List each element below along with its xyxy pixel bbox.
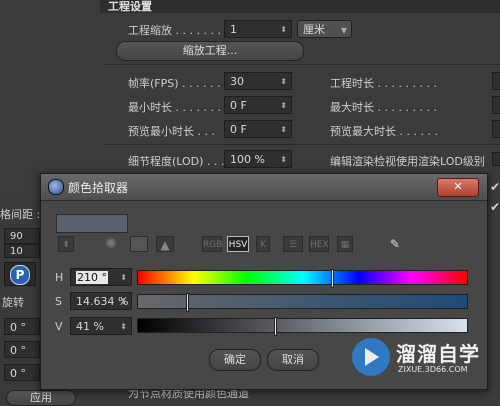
dropdown-arrow-icon: ▼ [340,26,347,35]
unit-select[interactable]: 厘米 ▼ [297,20,352,38]
min-time-label: 最小时长 . . . . . . . [128,101,221,114]
project-length-input[interactable] [492,72,500,90]
swatches-icon[interactable]: ▦ [337,236,353,252]
close-button[interactable]: ✕ [437,178,479,197]
render-lod-checkbox[interactable] [492,152,500,166]
divider [104,64,500,65]
rgb-tab[interactable]: RGB [202,236,222,252]
rot-value: 0 ° [10,321,26,334]
mixer-icon[interactable]: ☰ [283,236,303,252]
value-slider-knob[interactable] [274,317,277,336]
value-10: 10 [10,246,23,257]
c4d-logo-icon [48,179,64,195]
image-icon[interactable]: ▲ [156,236,174,252]
rot-input-3[interactable]: 0 ° [4,364,40,381]
h-input[interactable]: 210 ° ⬍ [70,268,132,286]
lod-value: 100 % [230,153,265,166]
stepper-icon[interactable]: ⬍ [280,21,287,39]
apply-button[interactable]: 应用 [6,390,76,406]
watermark-brand: 溜溜自学 [396,342,480,366]
render-lod-label: 编辑渲染检视使用渲染LOD级别 [330,155,485,168]
watermark-url: ZIXUE.3D66.COM [398,365,468,374]
preview-min-input[interactable]: 0 F ⬍ [224,120,292,138]
close-icon: ✕ [453,180,463,193]
fps-value: 30 [230,75,244,88]
hex-tab[interactable]: HEX [309,236,329,252]
preview-min-label: 预览最小时长 . . . [128,125,215,138]
scale-project-button[interactable]: 缩放工程... [116,41,304,61]
hue-slider[interactable] [137,269,468,288]
divider [104,144,500,145]
stepper-icon[interactable]: ⬍ [280,73,287,91]
color-swatch [56,214,128,233]
stepper-icon[interactable]: ⬍ [120,293,127,311]
dialog-titlebar[interactable]: 颜色拾取器 ✕ [41,174,487,201]
eyedropper-icon[interactable]: ✎ [387,236,403,252]
h-value: 210 ° [76,271,108,284]
checkmark-icon[interactable]: ✔ [490,180,500,194]
v-value: 41 % [76,320,104,333]
rot-value: 0 ° [10,344,26,357]
v-label: V [55,320,63,333]
header-strip [100,0,500,13]
s-input[interactable]: 14.634 % ⬍ [70,292,132,310]
fps-label: 帧率(FPS) . . . . . . [128,77,221,90]
spacing-input-10[interactable]: 10 [4,244,40,258]
stepper-icon[interactable]: ⬍ [280,151,287,169]
max-time-input[interactable] [492,96,500,114]
stepper-icon[interactable]: ⬍ [120,269,127,287]
unit-value: 厘米 [303,23,325,36]
rotate-label: 旋转 [2,296,24,309]
min-time-value: 0 F [230,99,247,112]
project-scale-input[interactable]: 1 ⬍ [224,20,292,38]
rot-value: 0 ° [10,367,26,380]
checkmark-icon[interactable]: ✔ [490,200,500,214]
value-90: 90 [10,231,23,242]
preview-max-label: 预览最大时长 . . . . . . [330,125,438,138]
spectrum-icon[interactable] [130,236,148,252]
min-time-input[interactable]: 0 F ⬍ [224,96,292,114]
s-label: S [55,295,62,308]
color-wheel-icon[interactable]: ✺ [103,236,119,252]
h-label: H [55,271,64,284]
project-scale-value: 1 [230,23,237,36]
spacing-label: 格间距 : [0,208,41,221]
stepper-icon[interactable]: ⬍ [280,121,287,139]
saturation-slider[interactable] [137,293,468,312]
ok-button[interactable]: 确定 [209,349,261,371]
hue-slider-knob[interactable] [331,269,334,288]
lod-input[interactable]: 100 % ⬍ [224,150,292,168]
project-length-label: 工程时长 . . . . . . . . . [330,77,437,90]
p-badge-button[interactable]: P [4,262,36,286]
v-input[interactable]: 41 % ⬍ [70,317,132,335]
value-slider[interactable] [137,317,468,336]
max-time-label: 最大时长 . . . . . . . . . [330,101,437,114]
dialog-title: 颜色拾取器 [68,181,129,195]
lod-label: 细节程度(LOD) . . . [128,155,225,168]
p-badge-icon: P [10,265,30,285]
rot-input-2[interactable]: 0 ° [4,341,40,358]
watermark-logo-icon [352,338,390,376]
picker-icon[interactable]: ⬍ [58,236,74,252]
preview-max-input[interactable] [492,120,500,138]
stepper-icon[interactable]: ⬍ [120,318,127,336]
spacing-input-90[interactable]: 90 [4,228,40,244]
rot-input-1[interactable]: 0 ° [4,318,40,335]
section-title: 工程设置 [108,0,152,13]
project-scale-label: 工程缩放 . . . . . . . [128,24,221,37]
kelvin-tab[interactable]: K [256,236,270,252]
cancel-button[interactable]: 取消 [267,349,319,371]
stepper-icon[interactable]: ⬍ [280,97,287,115]
preview-min-value: 0 F [230,123,247,136]
fps-input[interactable]: 30 ⬍ [224,72,292,90]
saturation-slider-knob[interactable] [186,293,189,312]
hsv-tab[interactable]: HSV [227,236,249,252]
watermark: 溜溜自学 ZIXUE.3D66.COM [352,334,492,386]
